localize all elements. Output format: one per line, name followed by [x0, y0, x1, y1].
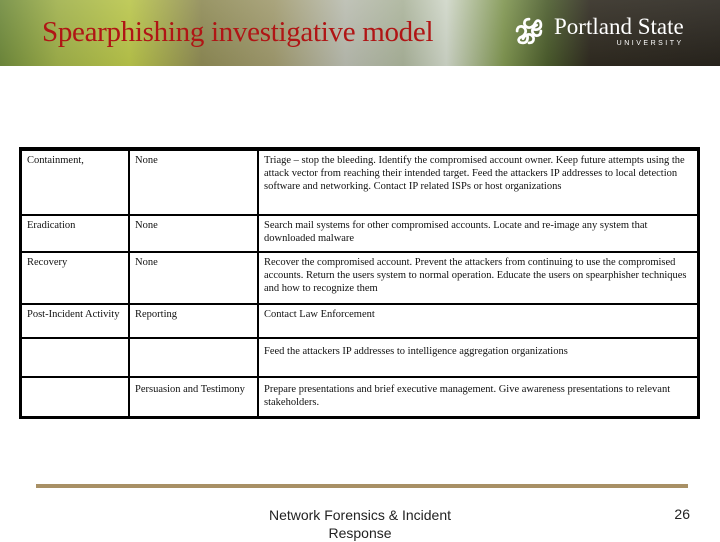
action-cell [128, 337, 259, 378]
description-cell: Feed the attackers IP addresses to intel… [257, 337, 700, 378]
phase-cell: Containment, [19, 148, 130, 216]
action-cell: Reporting [128, 303, 259, 339]
phase-cell: Recovery [19, 251, 130, 305]
investigative-model-table: Containment, None Triage – stop the blee… [19, 147, 700, 419]
logo-name: Portland State [554, 14, 684, 39]
table-row: Eradication None Search mail systems for… [19, 214, 700, 253]
action-cell: None [128, 251, 259, 305]
footer-course-title: Network Forensics & Incident Response [268, 507, 452, 541]
description-cell: Search mail systems for other compromise… [257, 214, 700, 253]
table-row: Feed the attackers IP addresses to intel… [19, 337, 700, 378]
description-cell: Prepare presentations and brief executiv… [257, 376, 700, 419]
table-row: Post-Incident Activity Reporting Contact… [19, 303, 700, 339]
phase-cell [19, 337, 130, 378]
description-cell: Triage – stop the bleeding. Identify the… [257, 148, 700, 216]
phase-cell [19, 376, 130, 419]
action-cell: None [128, 214, 259, 253]
table-row: Containment, None Triage – stop the blee… [19, 148, 700, 216]
description-cell: Recover the compromised account. Prevent… [257, 251, 700, 305]
description-cell: Contact Law Enforcement [257, 303, 700, 339]
slide-title: Spearphishing investigative model [42, 16, 434, 48]
action-cell: Persuasion and Testimony [128, 376, 259, 419]
phase-cell: Post-Incident Activity [19, 303, 130, 339]
footer-divider [36, 484, 688, 488]
phase-cell: Eradication [19, 214, 130, 253]
page-number: 26 [674, 506, 690, 522]
psu-knot-logo-icon [515, 17, 543, 45]
action-cell: None [128, 148, 259, 216]
university-logo: Portland State UNIVERSITY [512, 14, 684, 48]
table-row: Persuasion and Testimony Prepare present… [19, 376, 700, 419]
logo-subtitle: UNIVERSITY [616, 40, 684, 47]
table-row: Recovery None Recover the compromised ac… [19, 251, 700, 305]
